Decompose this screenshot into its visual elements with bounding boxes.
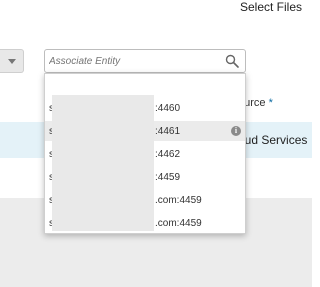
entity-dropdown-list: s :4460 s :4461 i s :4462 s :4459 s .com…	[44, 73, 246, 234]
required-marker: *	[268, 97, 273, 109]
select-files-button[interactable]: Select Files	[240, 0, 302, 14]
redaction-block	[52, 95, 154, 231]
search-icon[interactable]	[225, 54, 239, 68]
associate-entity-search[interactable]	[44, 49, 246, 73]
source-field-value[interactable]: oud Services	[238, 133, 307, 147]
search-input[interactable]	[45, 50, 219, 72]
chevron-down-icon[interactable]	[0, 49, 24, 73]
info-icon[interactable]: i	[231, 126, 241, 136]
